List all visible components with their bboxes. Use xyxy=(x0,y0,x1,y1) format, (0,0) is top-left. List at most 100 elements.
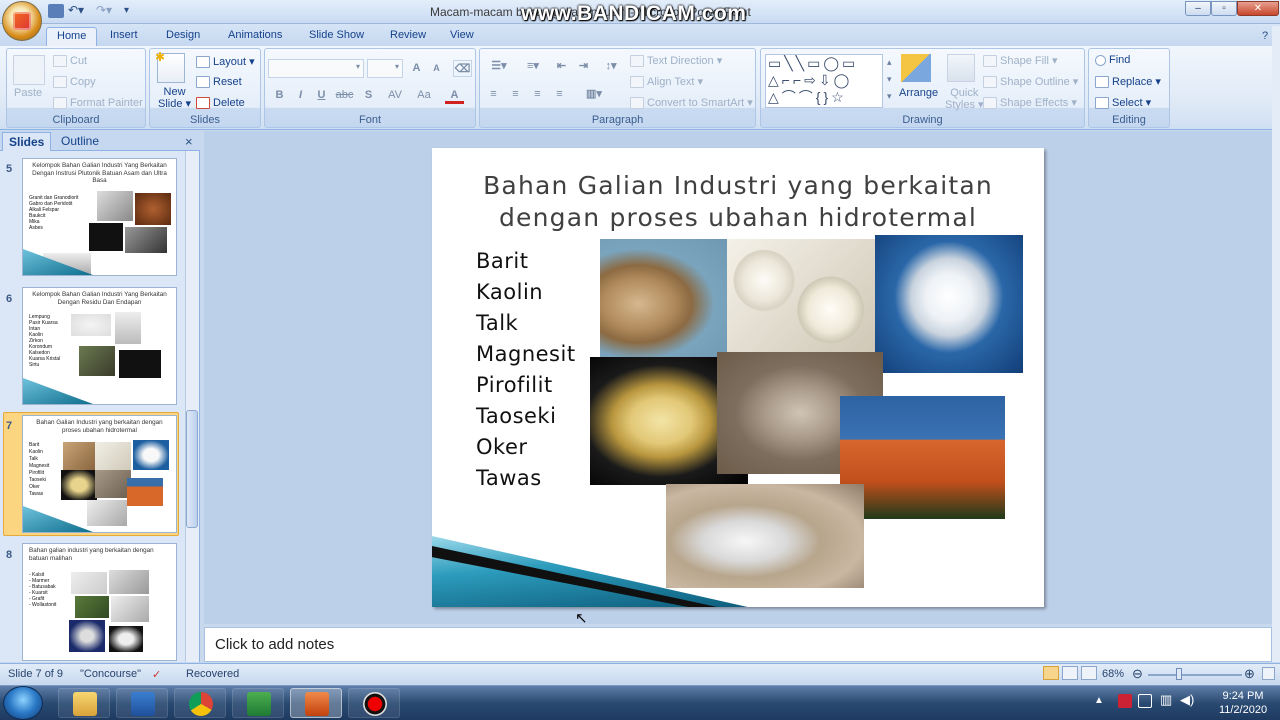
zoom-out-icon[interactable]: ⊖ xyxy=(1132,666,1143,682)
columns-button[interactable]: ▥▾ xyxy=(580,86,608,103)
redo-icon[interactable]: ↷▾ xyxy=(96,4,118,18)
bullet-item[interactable]: Talk xyxy=(476,311,518,335)
security-icon[interactable] xyxy=(1138,694,1152,708)
find-button[interactable]: Find xyxy=(1095,54,1130,66)
format-painter-button[interactable]: Format Painter xyxy=(53,97,143,110)
action-center-icon[interactable] xyxy=(1118,694,1132,708)
shrink-font-button[interactable]: A xyxy=(427,60,446,77)
normal-view-icon[interactable] xyxy=(1043,666,1059,680)
copy-button[interactable]: Copy xyxy=(53,76,96,89)
change-case-button[interactable]: Aa xyxy=(413,87,435,104)
fit-to-window-icon[interactable] xyxy=(1262,667,1275,680)
arrange-button[interactable]: Arrange xyxy=(899,87,938,99)
slide-title[interactable]: Bahan Galian Industri yang berkaitan deng… xyxy=(472,170,1004,234)
slide-show-icon[interactable] xyxy=(1081,666,1097,680)
barite-photo[interactable] xyxy=(600,239,728,357)
slide-thumbnail-7[interactable]: Bahan Galian Industri yang berkaitan den… xyxy=(22,415,177,533)
bullet-item[interactable]: Magnesit xyxy=(476,342,576,366)
slide-canvas[interactable]: Bahan Galian Industri yang berkaitan deng… xyxy=(432,148,1044,607)
align-right-button[interactable]: ≡ xyxy=(528,86,547,103)
help-icon[interactable]: ? xyxy=(1262,30,1268,42)
zoom-level[interactable]: 68% xyxy=(1102,668,1124,680)
convert-smartart-button[interactable]: Convert to SmartArt ▾ xyxy=(630,96,753,110)
taskbar-powerpoint[interactable] xyxy=(290,688,342,718)
align-center-button[interactable]: ≡ xyxy=(506,86,525,103)
quick-styles-button[interactable]: Quick Styles ▾ xyxy=(945,87,984,111)
line-spacing-button[interactable]: ↕▾ xyxy=(598,58,624,75)
text-direction-button[interactable]: Text Direction ▾ xyxy=(630,54,722,68)
kaolin-photo[interactable] xyxy=(727,239,875,357)
undo-icon[interactable]: ↶▾ xyxy=(68,4,90,18)
spellcheck-icon[interactable]: ✓ xyxy=(152,668,161,681)
shape-outline-button[interactable]: Shape Outline ▾ xyxy=(983,75,1078,89)
zoom-slider-thumb[interactable] xyxy=(1176,668,1182,680)
bullets-button[interactable]: ☰▾ xyxy=(484,58,514,75)
bullet-item[interactable]: Tawas xyxy=(476,466,542,490)
align-left-button[interactable]: ≡ xyxy=(484,86,503,103)
clock-time[interactable]: 9:24 PM xyxy=(1218,690,1268,702)
editor-scrollbar[interactable] xyxy=(1272,26,1280,662)
bullet-item[interactable]: Kaolin xyxy=(476,280,543,304)
bold-button[interactable]: B xyxy=(270,87,289,104)
font-size-combo[interactable]: ▾ xyxy=(367,59,403,78)
reset-button[interactable]: Reset xyxy=(196,76,242,89)
shadow-button[interactable]: S xyxy=(359,87,378,104)
taskbar-excel[interactable] xyxy=(232,688,284,718)
minimize-button[interactable]: – xyxy=(1185,1,1211,16)
tab-design[interactable]: Design xyxy=(156,27,210,46)
slide-sorter-icon[interactable] xyxy=(1062,666,1078,680)
network-icon[interactable]: ▥ xyxy=(1160,692,1172,708)
tab-home[interactable]: Home xyxy=(46,27,98,46)
save-icon[interactable] xyxy=(48,4,64,18)
align-text-button[interactable]: Align Text ▾ xyxy=(630,75,703,89)
tab-review[interactable]: Review xyxy=(380,27,436,46)
zoom-in-icon[interactable]: ⊕ xyxy=(1244,666,1255,682)
taskbar-chrome[interactable] xyxy=(174,688,226,718)
layout-button[interactable]: Layout ▾ xyxy=(196,55,255,69)
replace-button[interactable]: Replace ▾ xyxy=(1095,75,1161,89)
alum-photo[interactable] xyxy=(666,484,864,588)
tab-slide-show[interactable]: Slide Show xyxy=(299,27,374,46)
shapes-gallery[interactable]: ▭╲╲▭◯▭ △⌐⌐⇨⇩◯ △⌒⌒{}☆ xyxy=(765,54,883,108)
volume-icon[interactable]: ◀) xyxy=(1180,692,1194,708)
shapes-more-icon[interactable]: ▴ ▾ ▾ xyxy=(887,54,892,105)
taskbar-word[interactable] xyxy=(116,688,168,718)
font-color-button[interactable]: A xyxy=(445,87,464,104)
slides-scrollbar[interactable] xyxy=(185,151,199,662)
talc-photo[interactable] xyxy=(875,235,1023,373)
bullet-item[interactable]: Oker xyxy=(476,435,528,459)
zoom-slider[interactable] xyxy=(1148,674,1242,676)
notes-pane[interactable]: Click to add notes xyxy=(204,627,1272,662)
slides-scrollbar-thumb[interactable] xyxy=(186,410,198,528)
font-name-combo[interactable]: ▾ xyxy=(268,59,364,78)
bullet-item[interactable]: Pirofilit xyxy=(476,373,553,397)
underline-button[interactable]: U xyxy=(312,87,331,104)
slide-thumbnail-6[interactable]: Kelompok Bahan Galian Industri Yang Berk… xyxy=(22,287,177,405)
shape-fill-button[interactable]: Shape Fill ▾ xyxy=(983,54,1058,68)
tab-insert[interactable]: Insert xyxy=(100,27,148,46)
customize-qat-icon[interactable]: ▾ xyxy=(124,4,140,18)
start-button[interactable] xyxy=(3,686,43,720)
tab-view[interactable]: View xyxy=(440,27,484,46)
delete-button[interactable]: Delete xyxy=(196,97,245,110)
grow-font-button[interactable]: A xyxy=(407,60,426,77)
char-spacing-button[interactable]: AV xyxy=(383,87,407,104)
strikethrough-button[interactable]: abc xyxy=(335,87,354,104)
maximize-button[interactable]: ▫ xyxy=(1211,1,1237,16)
clock-date[interactable]: 11/2/2020 xyxy=(1214,704,1272,716)
clear-format-button[interactable]: ⌫ xyxy=(453,60,472,77)
office-button[interactable] xyxy=(2,1,42,41)
select-button[interactable]: Select ▾ xyxy=(1095,96,1151,110)
taskbar-explorer[interactable] xyxy=(58,688,110,718)
taskbar-bandicam[interactable] xyxy=(348,688,400,718)
tab-outline[interactable]: Outline xyxy=(55,132,105,151)
tab-slides[interactable]: Slides xyxy=(2,132,52,151)
tab-animations[interactable]: Animations xyxy=(218,27,292,46)
slide-thumbnail-5[interactable]: Kelompok Bahan Galian Industri Yang Berk… xyxy=(22,158,177,276)
shape-effects-button[interactable]: Shape Effects ▾ xyxy=(983,96,1077,110)
bullet-item[interactable]: Taoseki xyxy=(476,404,556,428)
cut-button[interactable]: Cut xyxy=(53,55,87,68)
tray-expand-icon[interactable]: ▲ xyxy=(1094,695,1104,706)
paste-button[interactable]: Paste xyxy=(14,87,42,99)
decrease-indent-button[interactable]: ⇤ xyxy=(552,58,571,75)
